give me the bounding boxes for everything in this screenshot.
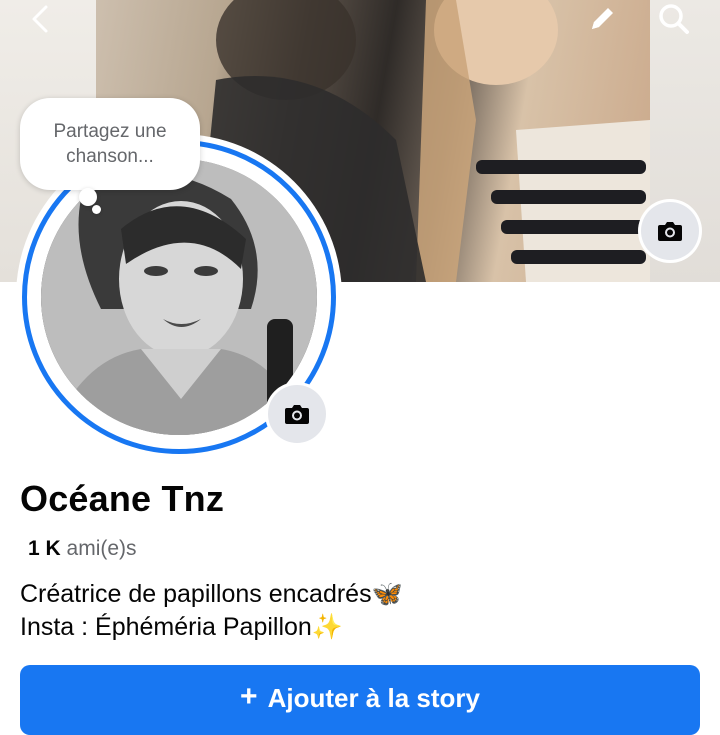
cover-stripe xyxy=(501,220,646,234)
profile-name: Océane Tnz xyxy=(20,478,225,519)
profile-bio: Créatrice de papillons encadrés🦋 Insta :… xyxy=(20,578,403,644)
camera-icon xyxy=(658,222,682,241)
back-button[interactable] xyxy=(18,0,62,38)
bio-line: Insta : Éphéméria Papillon✨ xyxy=(20,613,343,641)
note-bubble[interactable]: Partagez une chanson... xyxy=(20,98,200,190)
cover-stripe xyxy=(476,160,646,174)
camera-icon xyxy=(285,405,309,424)
profile-camera-button[interactable] xyxy=(268,385,326,443)
search-icon xyxy=(659,4,689,34)
pencil-icon xyxy=(592,8,613,29)
edit-button[interactable] xyxy=(580,0,624,38)
friends-count[interactable]: 1 K ami(e)s xyxy=(28,537,137,561)
friends-count-label: ami(e)s xyxy=(66,537,137,560)
add-to-story-button[interactable]: + Ajouter à la story xyxy=(20,665,700,735)
plus-icon: + xyxy=(240,680,258,713)
note-bubble-tail-small xyxy=(92,205,101,214)
note-bubble-text: Partagez une chanson... xyxy=(53,121,167,167)
search-button[interactable] xyxy=(652,0,696,38)
cover-stripe xyxy=(491,190,646,204)
cover-camera-button[interactable] xyxy=(641,202,699,260)
bio-line: Créatrice de papillons encadrés🦋 xyxy=(20,580,403,608)
cover-stripe xyxy=(511,250,646,264)
chevron-left-icon xyxy=(32,5,48,33)
friends-count-value: 1 K xyxy=(28,537,61,560)
add-to-story-label: Ajouter à la story xyxy=(267,683,480,713)
note-bubble-tail xyxy=(79,188,97,206)
